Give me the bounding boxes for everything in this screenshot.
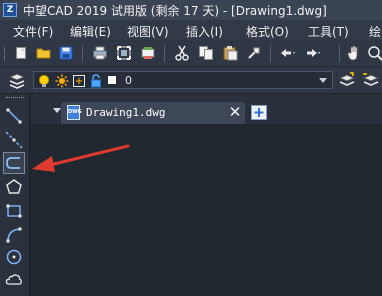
new-file-icon[interactable]	[12, 44, 30, 62]
tab-drawing1[interactable]: DWG Drawing1.dwg ✕	[61, 102, 245, 124]
menu-edit[interactable]: 编辑(E)	[70, 23, 111, 40]
print-preview-icon[interactable]	[115, 44, 133, 62]
sun-freeze-icon[interactable]	[55, 73, 69, 92]
toolbar-grip[interactable]	[4, 46, 8, 61]
toolbar-separator	[270, 45, 271, 62]
copy-icon[interactable]	[197, 44, 215, 62]
circle-icon[interactable]	[3, 246, 25, 268]
make-current-layer-icon[interactable]	[338, 71, 356, 89]
menu-format[interactable]: 格式(O)	[246, 23, 289, 40]
polygon-icon[interactable]	[3, 176, 25, 198]
tab-label: Drawing1.dwg	[86, 106, 166, 119]
menu-tools[interactable]: 工具(T)	[308, 23, 349, 40]
line-icon[interactable]	[3, 105, 25, 127]
polyline-icon[interactable]	[3, 152, 25, 174]
zoom-icon[interactable]	[366, 44, 382, 62]
bulb-on-icon[interactable]	[37, 73, 51, 92]
window-title: 中望CAD 2019 试用版 (剩余 17 天) - [Drawing1.dwg…	[23, 3, 327, 18]
match-properties-icon[interactable]	[245, 44, 263, 62]
draw-toolbar	[0, 94, 30, 296]
pan-hand-icon[interactable]	[345, 44, 363, 62]
app-logo-icon[interactable]: Z	[3, 3, 17, 17]
layer-dropdown[interactable]: 0	[33, 71, 333, 89]
redo-icon[interactable]	[304, 44, 322, 62]
toolbar-separator	[339, 45, 340, 62]
save-icon[interactable]	[57, 44, 75, 62]
viewport-freeze-icon[interactable]	[72, 73, 86, 92]
toolbar-grip[interactable]	[6, 97, 24, 101]
print-icon[interactable]	[91, 44, 109, 62]
construction-line-icon[interactable]	[3, 129, 25, 151]
open-folder-icon[interactable]	[35, 44, 53, 62]
title-bar: Z 中望CAD 2019 试用版 (剩余 17 天) - [Drawing1.d…	[0, 0, 382, 20]
toolbar-separator	[164, 45, 165, 62]
annotation-arrow-icon	[32, 144, 130, 172]
revision-cloud-icon[interactable]	[3, 269, 25, 291]
tab-list-chevron-icon[interactable]	[53, 108, 61, 113]
publish-icon[interactable]	[139, 44, 157, 62]
lock-icon[interactable]	[89, 73, 103, 92]
arc-icon[interactable]	[3, 224, 25, 246]
cut-icon[interactable]	[173, 44, 191, 62]
close-icon[interactable]: ✕	[227, 104, 243, 120]
new-tab-button[interactable]	[251, 105, 267, 120]
menu-bar: 文件(F) 编辑(E) 视图(V) 插入(I) 格式(O) 工具(T) 绘	[0, 20, 382, 40]
layer-color-swatch[interactable]	[108, 76, 116, 84]
menu-insert[interactable]: 插入(I)	[186, 23, 223, 40]
document-tab-strip: DWG Drawing1.dwg ✕	[31, 94, 382, 124]
menu-view[interactable]: 视图(V)	[127, 23, 169, 40]
standard-toolbar	[0, 40, 382, 67]
toolbar-separator	[82, 45, 83, 62]
dwg-file-icon: DWG	[67, 105, 82, 120]
paste-icon[interactable]	[221, 44, 239, 62]
chevron-down-icon[interactable]	[319, 78, 327, 83]
menu-file[interactable]: 文件(F)	[13, 23, 53, 40]
current-layer-name: 0	[125, 74, 132, 87]
layer-previous-icon[interactable]	[362, 71, 380, 89]
layer-toolbar: 0	[0, 67, 382, 94]
menu-draw[interactable]: 绘	[369, 23, 381, 40]
rectangle-icon[interactable]	[3, 200, 25, 222]
undo-icon[interactable]	[278, 44, 296, 62]
layer-manager-icon[interactable]	[8, 72, 26, 90]
